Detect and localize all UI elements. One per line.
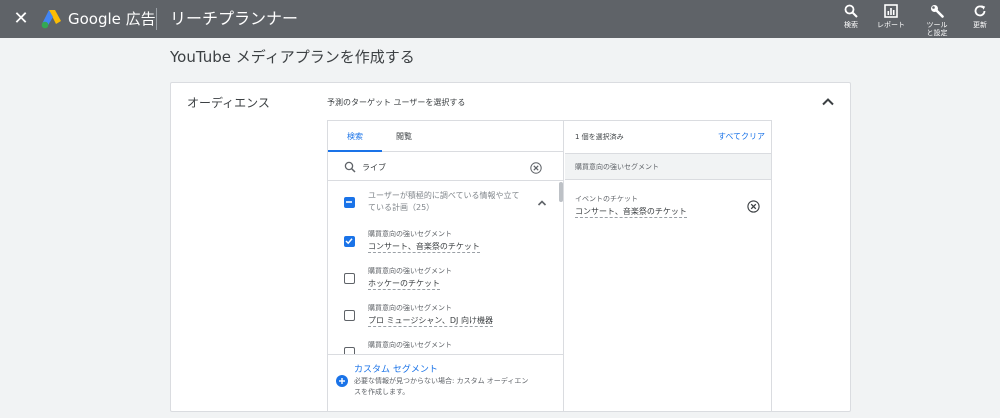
audience-picker: 検索 閲覧 ユーザーが積極的に調べている情報や立てている計画（25） xyxy=(327,120,772,412)
custom-segment-link[interactable]: カスタム セグメント xyxy=(354,362,438,375)
title-divider xyxy=(156,8,157,30)
refresh-icon xyxy=(974,5,986,17)
audience-card: オーディエンス 予測のターゲット ユーザーを選択する 検索 閲覧 ユーザーが xyxy=(170,82,851,412)
selected-group-header: 購買意向の強いセグメント xyxy=(565,153,771,180)
search-icon xyxy=(344,161,356,173)
selected-header: 1 個を選択済み すべてクリア xyxy=(565,121,771,152)
close-icon[interactable]: ✕ xyxy=(10,7,32,29)
clear-search-icon[interactable] xyxy=(530,162,542,174)
audience-search-input[interactable] xyxy=(362,159,512,175)
refresh-action-button[interactable]: 更新 xyxy=(960,4,1000,29)
selected-count: 1 個を選択済み xyxy=(575,133,624,141)
audience-results-list: ユーザーが積極的に調べている情報や立てている計画（25） 購買意向の強いセグメン… xyxy=(328,182,564,354)
item-checkbox[interactable] xyxy=(344,347,355,354)
item-name: コンサート、音楽祭のチケット xyxy=(368,242,480,253)
check-icon xyxy=(345,238,353,245)
selected-item-category: イベントのチケット xyxy=(575,195,638,203)
tab-search[interactable]: 検索 xyxy=(328,121,382,152)
plus-icon[interactable] xyxy=(336,375,348,387)
result-group-header[interactable]: ユーザーが積極的に調べている情報や立てている計画（25） xyxy=(328,182,558,224)
selected-item: イベントのチケット コンサート、音楽祭のチケット xyxy=(565,191,771,221)
audience-prompt: 予測のターゲット ユーザーを選択する xyxy=(327,98,466,107)
wrench-icon xyxy=(931,5,944,18)
item-checkbox[interactable] xyxy=(344,236,355,247)
brand-name: Google 広告 xyxy=(68,10,156,28)
list-item[interactable]: 購買意向の強いセグメント xyxy=(328,335,558,354)
item-category: 購買意向の強いセグメント xyxy=(368,304,452,312)
item-category: 購買意向の強いセグメント xyxy=(368,267,452,275)
report-icon xyxy=(884,4,898,18)
audience-section-label: オーディエンス xyxy=(187,96,270,110)
active-tab-indicator xyxy=(328,150,382,152)
tab-browse[interactable]: 閲覧 xyxy=(382,121,426,152)
report-action-label: レポート xyxy=(877,21,905,29)
indeterminate-icon xyxy=(346,201,352,203)
audience-tabs: 検索 閲覧 xyxy=(328,121,564,152)
audience-search-bar xyxy=(328,153,564,181)
search-action-button[interactable]: 検索 xyxy=(831,4,871,29)
page-title: YouTube メディアプランを作成する xyxy=(170,48,415,66)
selected-audiences-panel: 1 個を選択済み すべてクリア 購買意向の強いセグメント イベントのチケット コ… xyxy=(565,121,771,411)
group-checkbox[interactable] xyxy=(344,197,355,208)
audience-browser: 検索 閲覧 ユーザーが積極的に調べている情報や立てている計画（25） xyxy=(328,121,564,411)
item-category: 購買意向の強いセグメント xyxy=(368,230,452,238)
chevron-up-icon[interactable] xyxy=(819,93,837,111)
item-checkbox[interactable] xyxy=(344,273,355,284)
selected-group-label: 購買意向の強いセグメント xyxy=(575,163,659,171)
list-scrollbar[interactable] xyxy=(559,182,563,202)
google-ads-logo xyxy=(41,10,61,29)
search-icon xyxy=(844,4,858,18)
group-label: ユーザーが積極的に調べている情報や立てている計画（25） xyxy=(368,191,520,212)
top-app-bar: ✕ Google 広告 リーチプランナー 検索 レポート ツールと設定 更新 xyxy=(0,0,1000,38)
list-item[interactable]: 購買意向の強いセグメント プロ ミュージシャン、DJ 向け機器 xyxy=(328,298,558,335)
search-action-label: 検索 xyxy=(844,21,858,29)
list-item[interactable]: 購買意向の強いセグメント ホッケーのチケット xyxy=(328,261,558,298)
item-name: プロ ミュージシャン、DJ 向け機器 xyxy=(368,316,493,327)
custom-segment-description: 必要な情報が見つからない場合: カスタム オーディエンスを作成します。 xyxy=(354,377,529,396)
refresh-action-label: 更新 xyxy=(973,21,987,29)
report-action-button[interactable]: レポート xyxy=(871,4,911,29)
chevron-up-icon[interactable] xyxy=(535,196,549,210)
tool-title: リーチプランナー xyxy=(170,9,299,28)
tools-action-label: ツールと設定 xyxy=(926,21,948,37)
item-name: ホッケーのチケット xyxy=(368,279,440,290)
selected-item-name: コンサート、音楽祭のチケット xyxy=(575,207,687,218)
list-item[interactable]: 購買意向の強いセグメント コンサート、音楽祭のチケット xyxy=(328,224,558,261)
remove-icon[interactable] xyxy=(747,200,760,213)
custom-segment-panel: カスタム セグメント 必要な情報が見つからない場合: カスタム オーディエンスを… xyxy=(328,354,564,411)
item-checkbox[interactable] xyxy=(344,310,355,321)
tools-action-button[interactable]: ツールと設定 xyxy=(917,4,957,37)
clear-all-button[interactable]: すべてクリア xyxy=(718,131,765,142)
item-category: 購買意向の強いセグメント xyxy=(368,341,452,349)
